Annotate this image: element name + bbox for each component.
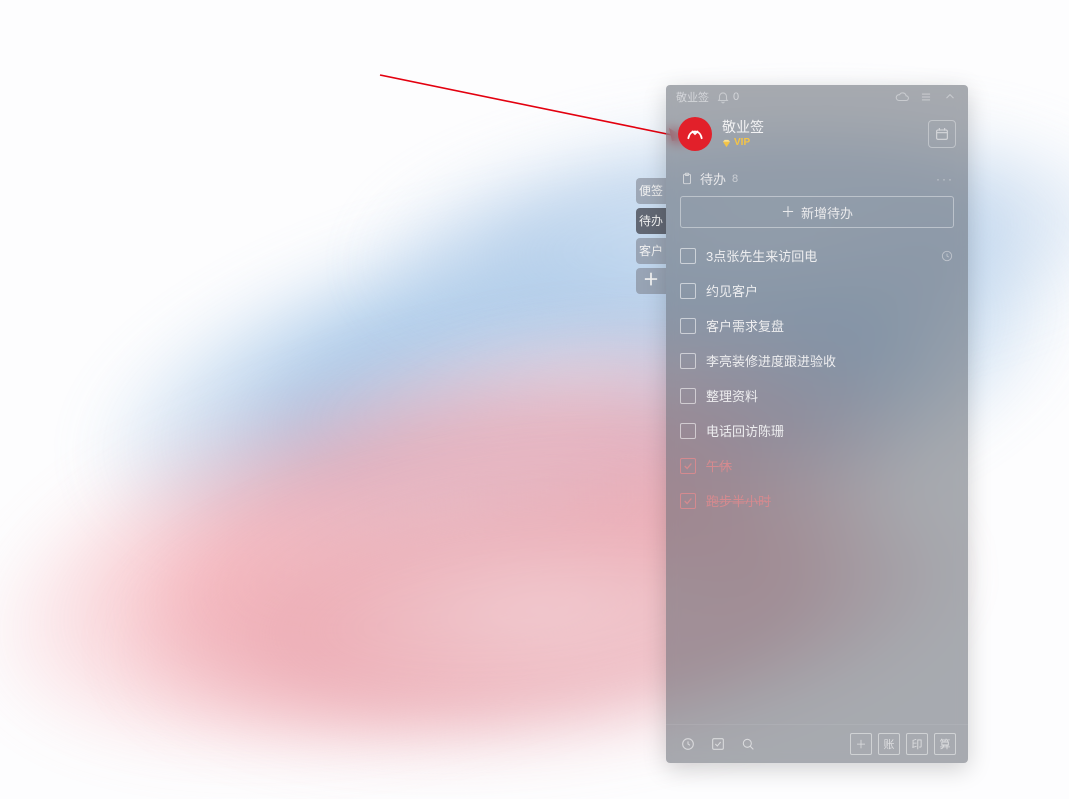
side-tab[interactable]: 待办	[636, 208, 666, 234]
todo-item[interactable]: 电话回访陈珊	[672, 413, 962, 448]
diamond-icon	[722, 139, 731, 148]
footer-right-tools: ＋ 账印算	[850, 733, 956, 755]
side-tab[interactable]: 便签	[636, 178, 666, 204]
bell-icon[interactable]	[715, 89, 731, 105]
widget-titlebar: 敬业签 0	[666, 85, 968, 109]
todo-label: 午休	[706, 456, 954, 475]
footer-tool-button[interactable]: 账	[878, 733, 900, 755]
todo-label: 客户需求复盘	[706, 316, 954, 335]
todo-checkbox[interactable]	[680, 283, 696, 299]
plus-icon: ＋	[781, 205, 795, 219]
todo-label: 李亮装修进度跟进验收	[706, 351, 954, 370]
todo-checkbox[interactable]	[680, 423, 696, 439]
menu-icon[interactable]	[918, 89, 934, 105]
history-icon[interactable]	[678, 734, 698, 754]
collapse-icon[interactable]	[942, 89, 958, 105]
footer-tool-button[interactable]: 算	[934, 733, 956, 755]
todo-checkbox[interactable]	[680, 248, 696, 264]
vip-badge: VIP	[722, 137, 764, 149]
todo-label: 整理资料	[706, 386, 954, 405]
side-tab[interactable]: 客户	[636, 238, 666, 264]
avatar[interactable]	[678, 117, 712, 151]
reminder-icon	[940, 249, 954, 263]
add-todo-label: 新增待办	[801, 203, 853, 222]
todo-item[interactable]: 整理资料	[672, 378, 962, 413]
identity-row: 敬业签 VIP	[666, 109, 968, 155]
side-tab-strip: 便签待办客户 ＋	[636, 178, 666, 294]
todo-item[interactable]: 3点张先生来访回电	[672, 238, 962, 273]
todo-item[interactable]: 李亮装修进度跟进验收	[672, 343, 962, 378]
todo-checkbox[interactable]	[680, 318, 696, 334]
cloud-sync-icon[interactable]	[894, 89, 910, 105]
identity-name: 敬业签	[722, 119, 764, 135]
calendar-button[interactable]	[928, 120, 956, 148]
todo-label: 约见客户	[706, 281, 954, 300]
footer-tool-button[interactable]: 印	[906, 733, 928, 755]
clipboard-icon	[680, 172, 694, 186]
todo-checkbox[interactable]	[680, 493, 696, 509]
todo-item[interactable]: 约见客户	[672, 273, 962, 308]
todo-checkbox[interactable]	[680, 353, 696, 369]
todo-list: 3点张先生来访回电约见客户客户需求复盘李亮装修进度跟进验收整理资料电话回访陈珊午…	[666, 238, 968, 724]
todo-label: 跑步半小时	[706, 491, 954, 510]
todo-label: 电话回访陈珊	[706, 421, 954, 440]
footer-tool-button[interactable]: ＋	[850, 733, 872, 755]
section-more-button[interactable]: ···	[936, 172, 954, 186]
add-todo-button[interactable]: ＋ 新增待办	[680, 196, 954, 228]
todo-item[interactable]: 客户需求复盘	[672, 308, 962, 343]
jingyeqian-widget: 敬业签 0 敬业签	[666, 85, 968, 763]
section-title: 待办	[700, 169, 726, 188]
todo-checkbox[interactable]	[680, 458, 696, 474]
todo-label: 3点张先生来访回电	[706, 246, 940, 265]
todo-item[interactable]: 跑步半小时	[672, 483, 962, 518]
titlebar-app-name: 敬业签	[676, 89, 709, 105]
side-tab[interactable]: ＋	[636, 268, 666, 294]
bell-count: 0	[733, 91, 739, 103]
section-header: 待办 8 ···	[666, 155, 968, 196]
completed-icon[interactable]	[708, 734, 728, 754]
section-count: 8	[732, 173, 738, 185]
identity-text: 敬业签 VIP	[722, 119, 764, 149]
widget-footer: ＋ 账印算	[666, 724, 968, 763]
todo-checkbox[interactable]	[680, 388, 696, 404]
search-icon[interactable]	[738, 734, 758, 754]
todo-item[interactable]: 午休	[672, 448, 962, 483]
